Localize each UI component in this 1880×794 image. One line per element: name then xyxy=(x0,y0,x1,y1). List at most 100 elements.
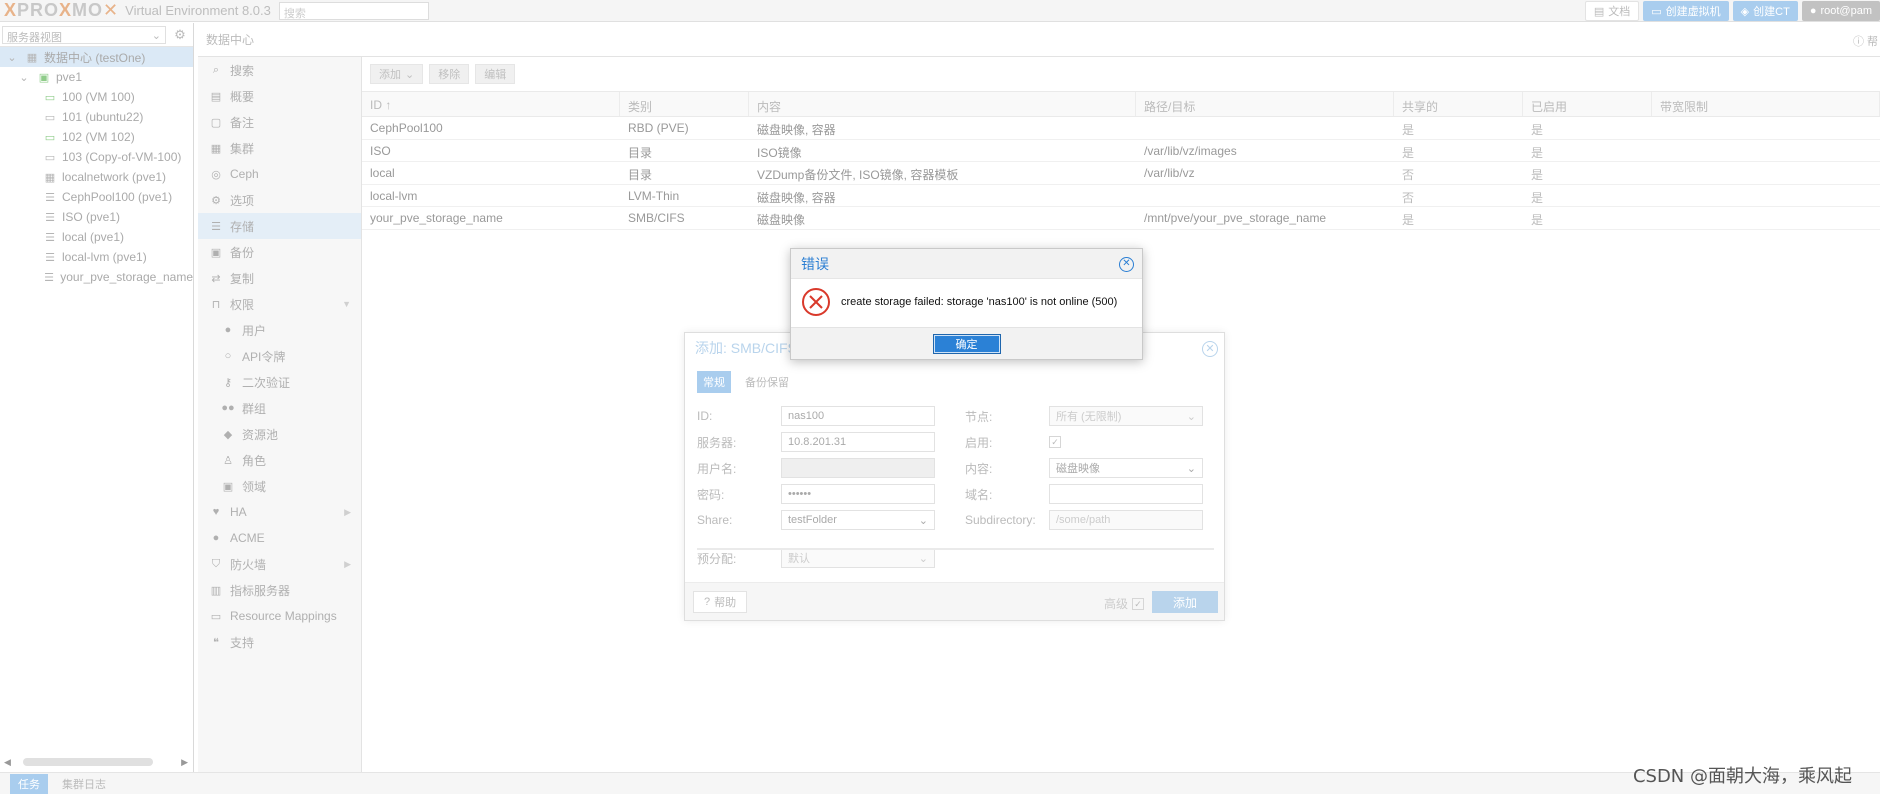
chevron-down-icon: ⌄ xyxy=(918,552,928,565)
floppy-icon: ▣ xyxy=(210,246,222,259)
scrollbar-thumb[interactable] xyxy=(22,758,153,766)
tree-item-storage[interactable]: ☰ CephPool100 (pve1) xyxy=(0,187,193,207)
password-field[interactable]: •••••• xyxy=(781,484,935,504)
table-row[interactable]: ISO 目录 ISO镜像/var/lib/vz/images 是是 xyxy=(362,140,1880,162)
arrow-left-icon[interactable]: ◀ xyxy=(4,757,11,768)
nav-item-pools[interactable]: ◆ 资源池 xyxy=(198,421,361,447)
add-button[interactable]: 添加 ⌄ xyxy=(370,64,424,84)
column-header-content[interactable]: 内容 xyxy=(749,92,1136,116)
tree-item-network[interactable]: ▦ localnetwork (pve1) xyxy=(0,167,193,187)
tab-backup-retention[interactable]: 备份保留 xyxy=(739,371,795,393)
subdirectory-field[interactable]: /some/path xyxy=(1049,510,1203,530)
table-row[interactable]: CephPool100 RBD (PVE) 磁盘映像, 容器是是 xyxy=(362,117,1880,140)
tab-general[interactable]: 常规 xyxy=(697,371,731,393)
nav-item-options[interactable]: ⚙ 选项 xyxy=(198,187,361,213)
column-header-type[interactable]: 类别 xyxy=(620,92,749,116)
user-menu-button[interactable]: ● root@pam xyxy=(1801,1,1880,21)
collapse-icon: ⌄ xyxy=(7,51,17,64)
column-header-shared[interactable]: 共享的 xyxy=(1394,92,1523,116)
advanced-checkbox[interactable]: ✓ xyxy=(1132,597,1144,610)
nav-item-backup[interactable]: ▣ 备份 xyxy=(198,239,361,265)
arrow-right-icon[interactable]: ▶ xyxy=(181,757,188,768)
tree-item-vm[interactable]: ▭ 100 (VM 100) xyxy=(0,87,193,107)
enable-checkbox[interactable]: ✓ xyxy=(1049,436,1061,448)
tab-tasks[interactable]: 任务 xyxy=(10,773,48,794)
share-select[interactable]: testFolder ⌄ xyxy=(781,510,935,530)
nav-item-api-tokens[interactable]: ○ API令牌 xyxy=(198,343,361,369)
preallocation-select[interactable]: 默认 ⌄ xyxy=(781,548,935,568)
chevron-down-icon: ⌄ xyxy=(1186,410,1196,423)
gear-icon[interactable]: ⚙ xyxy=(170,27,190,43)
nav-item-notes[interactable]: ▢ 备注 xyxy=(198,109,361,135)
nav-item-acme[interactable]: ● ACME xyxy=(198,525,361,551)
tree-item-storage[interactable]: ☰ local (pve1) xyxy=(0,227,193,247)
nav-item-realms[interactable]: ▣ 领域 xyxy=(198,473,361,499)
question-icon: ? xyxy=(704,596,711,608)
shield-icon: ⛉ xyxy=(211,557,221,570)
server-field[interactable]: 10.8.201.31 xyxy=(781,432,935,452)
close-icon[interactable]: ✕ xyxy=(1119,257,1134,272)
nav-item-metric-server[interactable]: ▥ 指标服务器 xyxy=(198,577,361,603)
tree-item-storage[interactable]: ☰ local-lvm (pve1) xyxy=(0,247,193,267)
nav-item-users[interactable]: ● 用户 xyxy=(198,317,361,343)
tree-item-node[interactable]: ⌄ ▣ pve1 xyxy=(0,67,193,87)
column-header-bandwidth[interactable]: 带宽限制 xyxy=(1652,92,1880,116)
node-select[interactable]: 所有 (无限制) ⌄ xyxy=(1049,406,1203,426)
add-submit-button[interactable]: 添加 xyxy=(1152,591,1218,613)
storage-icon: ☰ xyxy=(45,211,55,224)
nav-item-two-factor[interactable]: ⚷ 二次验证 xyxy=(198,369,361,395)
divider xyxy=(697,548,1214,550)
search-input[interactable]: 搜索 xyxy=(278,1,429,20)
nav-item-ha[interactable]: ♥ HA ▶ xyxy=(198,499,361,525)
username-field[interactable] xyxy=(781,458,935,478)
nav-item-search[interactable]: ⌕ 搜索 xyxy=(198,57,361,83)
collapse-icon: ⌄ xyxy=(19,71,29,84)
column-header-id[interactable]: ID ↑ xyxy=(362,92,620,116)
create-vm-button[interactable]: ▭ 创建虚拟机 xyxy=(1643,1,1729,21)
tree-item-vm[interactable]: ▭ 101 (ubuntu22) xyxy=(0,107,193,127)
help-button[interactable]: ? 帮助 xyxy=(693,591,748,613)
tree-item-datacenter[interactable]: ⌄ ▦ 数据中心 (testOne) xyxy=(0,47,193,67)
edit-button[interactable]: 编辑 xyxy=(475,64,516,84)
nav-item-support[interactable]: ❝ 支持 xyxy=(198,629,361,655)
storage-icon: ☰ xyxy=(44,271,55,284)
tree-item-vm[interactable]: ▭ 102 (VM 102) xyxy=(0,127,193,147)
remove-button[interactable]: 移除 xyxy=(429,64,470,84)
nav-item-permissions[interactable]: ⊓ 权限 ▼ xyxy=(198,291,361,317)
cube-icon: ◈ xyxy=(1740,5,1750,18)
horizontal-scrollbar[interactable]: ◀ ▶ xyxy=(4,757,188,767)
column-header-path[interactable]: 路径/目标 xyxy=(1136,92,1394,116)
tree-item-storage[interactable]: ☰ your_pve_storage_name xyxy=(0,267,193,287)
content-select[interactable]: 磁盘映像 ⌄ xyxy=(1049,458,1203,478)
table-row[interactable]: local 目录 VZDump备份文件, ISO镜像, 容器模板/var/lib/v… xyxy=(362,162,1880,185)
close-icon[interactable]: ✕ xyxy=(1202,341,1218,357)
docs-button[interactable]: ▤ 文档 xyxy=(1584,1,1640,21)
nav-item-replication[interactable]: ⇄ 复制 xyxy=(198,265,361,291)
nav-item-summary[interactable]: ▤ 概要 xyxy=(198,83,361,109)
domain-field[interactable] xyxy=(1049,484,1203,504)
table-row[interactable]: your_pve_storage_name SMB/CIFS 磁盘映像/mnt/pv… xyxy=(362,207,1880,230)
create-ct-button[interactable]: ◈ 创建CT xyxy=(1732,1,1798,21)
nav-item-groups[interactable]: ●● 群组 xyxy=(198,395,361,421)
id-field[interactable]: nas100 xyxy=(781,406,935,426)
advanced-toggle[interactable]: 高级 ✓ xyxy=(1104,595,1144,612)
tree-item-vm[interactable]: ▭ 103 (Copy-of-VM-100) xyxy=(0,147,193,167)
nav-item-ceph[interactable]: ◎ Ceph xyxy=(198,161,361,187)
nav-item-cluster[interactable]: ▦ 集群 xyxy=(198,135,361,161)
nav-item-resource-mappings[interactable]: ▭ Resource Mappings xyxy=(198,603,361,629)
users-icon: ●● xyxy=(221,402,235,414)
tree-item-storage[interactable]: ☰ ISO (pve1) xyxy=(0,207,193,227)
column-header-enabled[interactable]: 已启用 xyxy=(1523,92,1652,116)
chevron-down-icon: ▼ xyxy=(342,299,351,309)
database-icon: ☰ xyxy=(211,220,221,233)
table-row[interactable]: local-lvm LVM-Thin 磁盘映像, 容器否是 xyxy=(362,185,1880,207)
help-button[interactable]: ⓘ 帮 xyxy=(1853,33,1878,49)
tab-cluster-log[interactable]: 集群日志 xyxy=(54,774,114,794)
ok-button[interactable]: 确定 xyxy=(932,333,1001,354)
nav-item-firewall[interactable]: ⛉ 防火墙 ▶ xyxy=(198,551,361,577)
watermark: CSDN @面朝大海，乘风起 xyxy=(1632,766,1852,787)
error-icon xyxy=(802,288,830,316)
view-select[interactable]: 服务器视图 ⌄ xyxy=(2,25,166,44)
nav-item-roles[interactable]: ♙ 角色 xyxy=(198,447,361,473)
nav-item-storage[interactable]: ☰ 存储 xyxy=(198,213,361,239)
